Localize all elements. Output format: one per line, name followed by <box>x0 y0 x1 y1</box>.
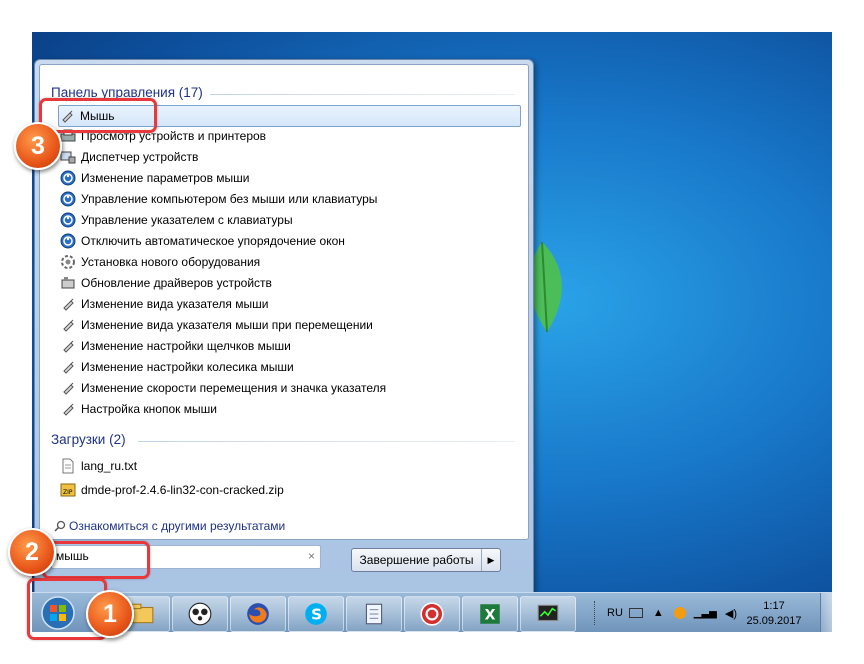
search-icon <box>54 520 66 532</box>
taskbar-button-task-manager[interactable] <box>520 596 576 632</box>
control-panel-item[interactable]: Изменение скорости перемещения и значка … <box>60 378 520 398</box>
taskbar-button-firefox[interactable] <box>230 596 286 632</box>
section-divider <box>210 94 515 95</box>
step-3-badge: 3 <box>14 122 62 170</box>
ease-of-access-icon <box>60 191 76 207</box>
item-label: Диспетчер устройств <box>81 150 199 164</box>
downloads-header[interactable]: Загрузки (2) <box>51 432 126 447</box>
skype-icon: S <box>305 603 327 625</box>
item-label: Установка нового оборудования <box>81 255 261 269</box>
shutdown-options-arrow-icon[interactable]: ▶ <box>482 549 500 571</box>
firefox-icon <box>247 603 269 625</box>
ease-of-access-icon <box>60 170 76 186</box>
panda-antivirus-icon <box>188 602 212 626</box>
download-item[interactable]: lang_ru.txt <box>60 456 520 476</box>
volume-icon[interactable]: ◀) <box>725 607 737 620</box>
control-panel-item[interactable]: Настройка кнопок мыши <box>60 399 520 419</box>
taskbar-button-notepad[interactable] <box>346 596 402 632</box>
control-panel-item[interactable]: Обновление драйверов устройств <box>60 273 520 293</box>
driver-update-icon <box>60 275 76 291</box>
control-panel-item[interactable]: Изменение вида указателя мыши при переме… <box>60 315 520 335</box>
zip-file-icon: ZIP <box>60 482 76 498</box>
taskbar-button-panda-antivirus[interactable] <box>172 596 228 632</box>
start-menu: Панель управления (17) Мышь Просмотр устр… <box>34 59 534 601</box>
control-panel-item[interactable]: Диспетчер устройств <box>60 147 520 167</box>
mouse-icon <box>60 338 76 354</box>
control-panel-item[interactable]: Управление компьютером без мыши или клав… <box>60 189 520 209</box>
see-more-label: Ознакомиться с другими результатами <box>69 519 286 533</box>
item-label: Изменение параметров мыши <box>81 171 250 185</box>
item-label: lang_ru.txt <box>81 459 138 473</box>
control-panel-item[interactable]: Изменение настройки колесика мыши <box>60 357 520 377</box>
item-label: Управление указателем с клавиатуры <box>81 213 293 227</box>
antivirus-icon <box>420 602 444 626</box>
control-panel-item[interactable]: Установка нового оборудования <box>60 252 520 272</box>
highlight-search-input <box>42 541 150 579</box>
text-file-icon <box>60 458 76 474</box>
control-panel-item[interactable]: Управление указателем с клавиатуры <box>60 210 520 230</box>
antivirus-tray-icon[interactable] <box>673 607 686 619</box>
section-divider <box>138 441 515 442</box>
highlight-mouse-item <box>39 98 157 133</box>
network-icon[interactable]: ▁▃▅ <box>694 608 717 619</box>
control-panel-item[interactable]: Отключить автоматическое упорядочение ок… <box>60 231 520 251</box>
control-panel-item[interactable]: Изменение параметров мыши <box>60 168 520 188</box>
clock-date: 25.09.2017 <box>746 615 802 627</box>
clock-time: 1:17 <box>763 600 785 612</box>
task-manager-icon <box>537 604 559 622</box>
device-manager-icon <box>60 149 76 165</box>
mouse-icon <box>60 401 76 417</box>
taskbar-button-skype[interactable]: S <box>288 596 344 632</box>
mouse-icon <box>60 296 76 312</box>
ease-of-access-icon <box>60 233 76 249</box>
ease-of-access-icon <box>60 212 76 228</box>
item-label: Обновление драйверов устройств <box>81 276 272 290</box>
step-2-badge: 2 <box>8 528 56 576</box>
shutdown-button[interactable]: Завершение работы ▶ <box>351 548 501 572</box>
svg-text:ZIP: ZIP <box>63 489 73 496</box>
svg-text:S: S <box>311 605 322 623</box>
item-label: Изменение вида указателя мыши при переме… <box>81 318 373 332</box>
taskbar-button-antivirus[interactable] <box>404 596 460 632</box>
item-label: Изменение настройки щелчков мыши <box>81 339 291 353</box>
control-panel-item[interactable]: Изменение настройки щелчков мыши <box>60 336 520 356</box>
mouse-icon <box>60 317 76 333</box>
mouse-icon <box>60 359 76 375</box>
item-label: Изменение скорости перемещения и значка … <box>81 381 387 395</box>
mouse-icon <box>60 380 76 396</box>
item-label: dmde-prof-2.4.6-lin32-con-cracked.zip <box>81 483 284 497</box>
item-label: Настройка кнопок мыши <box>81 402 217 416</box>
system-tray: RU ▲ ▁▃▅ ◀) <box>594 593 737 632</box>
item-label: Изменение настройки колесика мыши <box>81 360 294 374</box>
hardware-install-icon <box>60 254 76 270</box>
show-desktop-button[interactable] <box>820 593 832 632</box>
svg-text:X: X <box>485 607 496 623</box>
control-panel-item[interactable]: Изменение вида указателя мыши <box>60 294 520 314</box>
search-results-pane: Панель управления (17) Мышь Просмотр устр… <box>39 64 529 540</box>
show-hidden-icons-icon[interactable]: ▲ <box>653 607 664 619</box>
item-label: Управление компьютером без мыши или клав… <box>81 192 378 206</box>
taskbar: S X RU ▲ ▁▃▅ ◀) 1:17 25.09.2017 <box>32 592 832 632</box>
notepad-icon <box>365 603 383 625</box>
taskbar-button-excel[interactable]: X <box>462 596 518 632</box>
item-label: Изменение вида указателя мыши <box>81 297 269 311</box>
shutdown-label[interactable]: Завершение работы <box>352 549 482 571</box>
language-indicator[interactable]: RU <box>607 607 623 619</box>
download-item[interactable]: ZIP dmde-prof-2.4.6-lin32-con-cracked.zip <box>60 480 520 500</box>
see-more-results-link[interactable]: Ознакомиться с другими результатами <box>54 519 285 533</box>
clear-search-icon[interactable]: × <box>308 549 315 563</box>
excel-icon: X <box>480 604 500 624</box>
keyboard-icon[interactable] <box>628 608 643 618</box>
tray-grip <box>594 601 601 625</box>
clock[interactable]: 1:17 25.09.2017 <box>744 599 804 629</box>
item-label: Отключить автоматическое упорядочение ок… <box>81 234 345 248</box>
step-1-badge: 1 <box>86 590 134 638</box>
